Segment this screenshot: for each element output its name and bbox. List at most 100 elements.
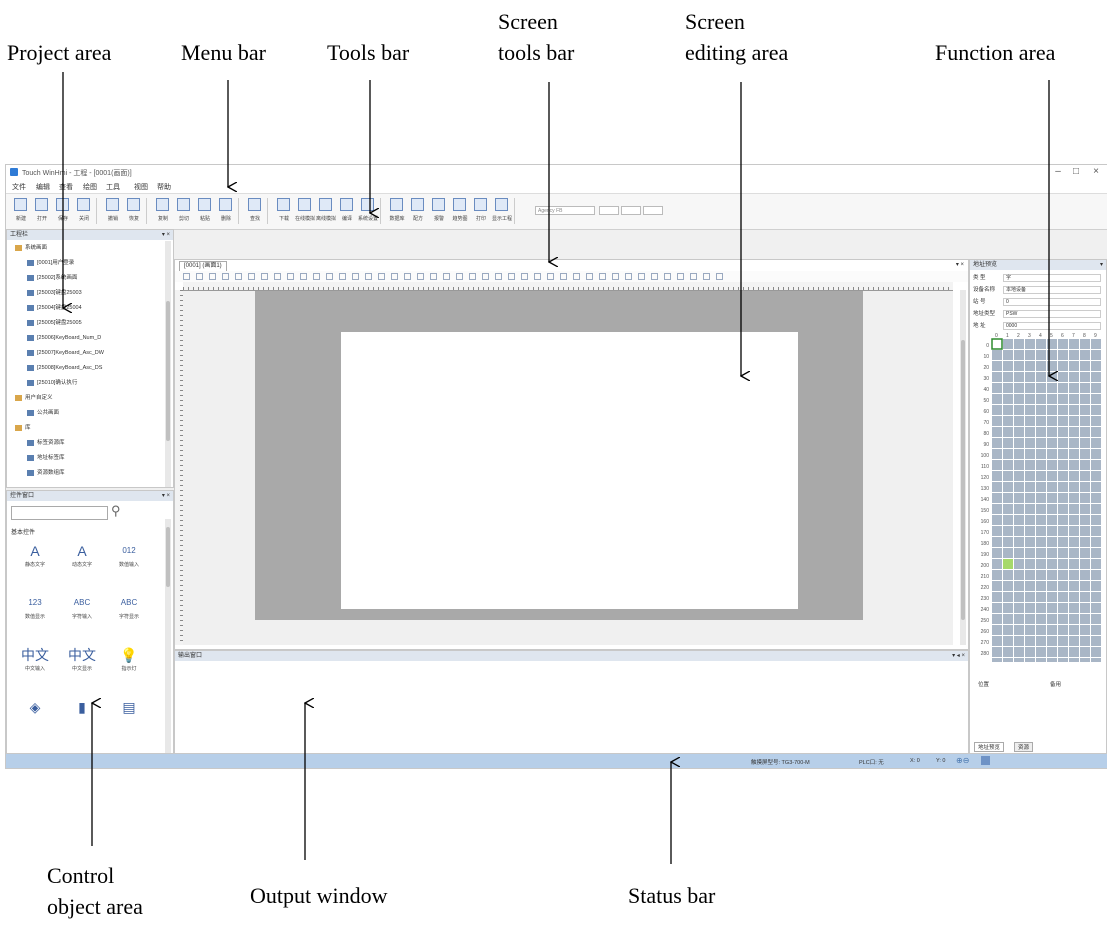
address-cell[interactable] <box>1080 625 1090 635</box>
address-cell[interactable] <box>1047 438 1057 448</box>
control-item[interactable]: ABC 字符输入 <box>62 593 102 631</box>
address-cell[interactable] <box>1047 647 1057 657</box>
address-cell[interactable] <box>1058 438 1068 448</box>
address-cell[interactable] <box>1003 658 1013 662</box>
tree-item[interactable]: [25005]键盘25005 <box>27 318 82 329</box>
function-tab-preview[interactable]: 地址预览 <box>974 742 1005 752</box>
control-item[interactable]: A 动态文字 <box>62 541 102 579</box>
address-cell[interactable] <box>1014 614 1024 624</box>
address-cell[interactable] <box>1091 537 1101 547</box>
screen-tool-button[interactable] <box>482 273 489 280</box>
property-value[interactable]: 0000 <box>1003 322 1101 330</box>
address-cell[interactable] <box>1003 394 1013 404</box>
address-cell[interactable] <box>992 548 1002 558</box>
address-cell[interactable] <box>1069 570 1079 580</box>
address-cell[interactable] <box>1069 339 1079 349</box>
address-cell[interactable] <box>1047 493 1057 503</box>
maximize-icon[interactable]: □ <box>1069 166 1083 177</box>
address-cell[interactable] <box>1003 592 1013 602</box>
address-cell[interactable] <box>1091 548 1101 558</box>
address-cell[interactable] <box>1014 427 1024 437</box>
address-cell[interactable] <box>1069 548 1079 558</box>
address-cell[interactable] <box>992 658 1002 662</box>
control-item[interactable]: 中文 中文输入 <box>15 645 55 683</box>
address-cell[interactable] <box>1003 570 1013 580</box>
address-cell[interactable] <box>1058 339 1068 349</box>
address-cell[interactable] <box>1080 515 1090 525</box>
address-cell[interactable] <box>1080 559 1090 569</box>
address-cell[interactable] <box>1058 614 1068 624</box>
address-cell[interactable] <box>1003 636 1013 646</box>
address-cell[interactable] <box>1091 647 1101 657</box>
address-cell[interactable] <box>1091 581 1101 591</box>
address-cell[interactable] <box>1058 350 1068 360</box>
address-cell[interactable] <box>1080 339 1090 349</box>
address-cell[interactable] <box>1014 493 1024 503</box>
address-cell[interactable] <box>1047 570 1057 580</box>
address-cell[interactable] <box>1003 460 1013 470</box>
address-cell[interactable] <box>992 350 1002 360</box>
address-cell[interactable] <box>1014 548 1024 558</box>
address-cell[interactable] <box>1003 449 1013 459</box>
address-cell[interactable] <box>1091 339 1101 349</box>
pin-icon[interactable]: ▾ × <box>162 230 170 240</box>
tree-item[interactable]: [0001]用户登录 <box>27 258 74 269</box>
address-cell[interactable] <box>1003 361 1013 371</box>
pin-icon[interactable]: ▾ × <box>162 491 170 501</box>
menu-view[interactable]: 查看 <box>59 182 73 192</box>
address-cell[interactable] <box>1003 339 1013 349</box>
address-cell[interactable] <box>1069 350 1079 360</box>
property-value[interactable]: 0 <box>1003 298 1101 306</box>
screen-tool-button[interactable] <box>300 273 307 280</box>
address-cell[interactable] <box>1025 394 1035 404</box>
control-item[interactable]: 012 数值输入 <box>109 541 149 579</box>
address-cell[interactable] <box>992 581 1002 591</box>
screen-tool-button[interactable] <box>560 273 567 280</box>
address-cell[interactable] <box>992 647 1002 657</box>
screen-tool-button[interactable] <box>443 273 450 280</box>
address-cell[interactable] <box>992 592 1002 602</box>
address-cell[interactable] <box>991 338 1003 350</box>
close-file-button[interactable]: 关闭 <box>74 196 94 226</box>
address-cell[interactable] <box>1036 493 1046 503</box>
address-cell[interactable] <box>1003 603 1013 613</box>
address-cell[interactable] <box>1058 581 1068 591</box>
address-cell[interactable] <box>1058 394 1068 404</box>
address-cell[interactable] <box>1080 405 1090 415</box>
address-cell[interactable] <box>1003 515 1013 525</box>
font-size-select[interactable] <box>621 206 641 215</box>
address-cell[interactable] <box>1080 493 1090 503</box>
control-search-input[interactable] <box>11 506 108 520</box>
address-cell[interactable] <box>1036 350 1046 360</box>
address-cell[interactable] <box>1047 372 1057 382</box>
address-cell[interactable] <box>1025 559 1035 569</box>
address-cell[interactable] <box>1014 603 1024 613</box>
tree-item[interactable]: 资源数组库 <box>27 468 65 479</box>
address-cell[interactable] <box>1058 416 1068 426</box>
address-cell[interactable] <box>992 526 1002 536</box>
address-cell[interactable] <box>1025 350 1035 360</box>
address-cell[interactable] <box>1014 592 1024 602</box>
address-cell[interactable] <box>1014 526 1024 536</box>
address-cell[interactable] <box>1069 438 1079 448</box>
address-cell[interactable] <box>1025 383 1035 393</box>
compile-button[interactable]: 编译 <box>337 196 357 226</box>
address-cell[interactable] <box>1091 372 1101 382</box>
address-cell[interactable] <box>992 504 1002 514</box>
address-cell[interactable] <box>1058 592 1068 602</box>
address-cell[interactable] <box>1036 339 1046 349</box>
address-cell[interactable] <box>1025 405 1035 415</box>
address-cell[interactable] <box>1069 383 1079 393</box>
address-cell[interactable] <box>1047 383 1057 393</box>
address-cell[interactable] <box>1047 592 1057 602</box>
address-cell[interactable] <box>1091 559 1101 569</box>
address-cell[interactable] <box>1080 526 1090 536</box>
screen-tool-button[interactable] <box>430 273 437 280</box>
address-cell[interactable] <box>992 416 1002 426</box>
address-cell[interactable] <box>1047 449 1057 459</box>
address-cell[interactable] <box>1047 559 1057 569</box>
address-cell[interactable] <box>1080 471 1090 481</box>
property-value[interactable]: 本地设备 <box>1003 286 1101 294</box>
address-cell[interactable] <box>1080 548 1090 558</box>
address-cell[interactable] <box>1025 361 1035 371</box>
